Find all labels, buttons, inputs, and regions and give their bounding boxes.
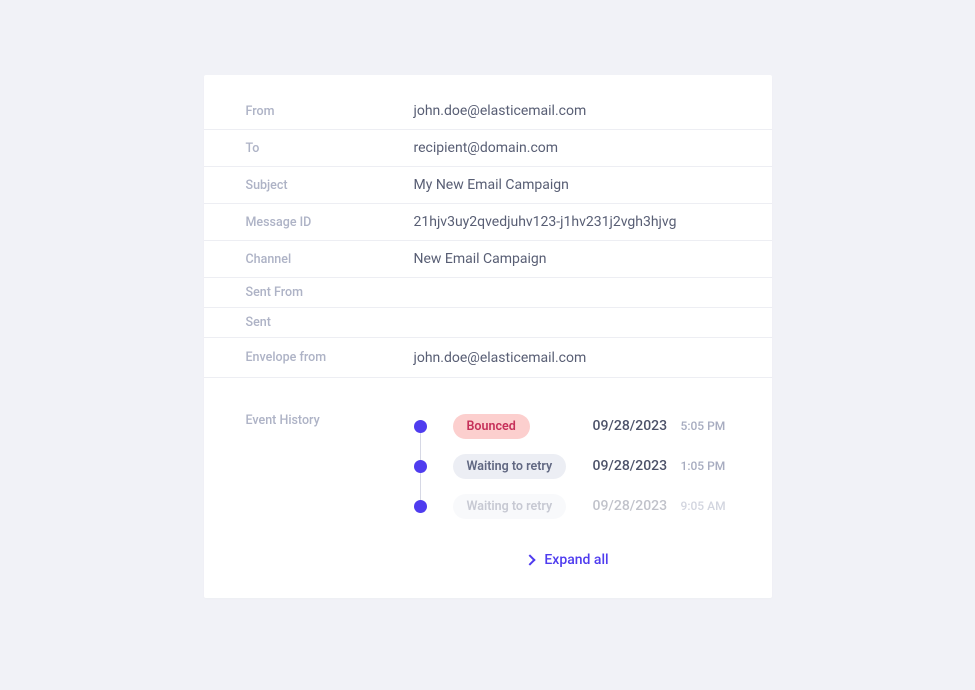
label-event-history: Event History: [246, 406, 414, 526]
event-time: 1:05 PM: [681, 459, 726, 473]
row-messageid: Message ID 21hjv3uy2qvedjuhv123-j1hv231j…: [204, 204, 772, 241]
row-subject: Subject My New Email Campaign: [204, 167, 772, 204]
status-badge: Bounced: [453, 414, 530, 439]
row-sent: Sent: [204, 308, 772, 338]
event-row[interactable]: Waiting to retry 09/28/2023 9:05 AM: [414, 486, 730, 526]
value-channel: New Email Campaign: [414, 251, 547, 267]
timeline: Bounced 09/28/2023 5:05 PM Waiting to re…: [414, 406, 730, 526]
value-envelope: john.doe@elasticemail.com: [414, 350, 587, 366]
label-to: To: [246, 141, 414, 156]
chevron-right-icon: [525, 554, 536, 565]
value-to: recipient@domain.com: [414, 140, 559, 156]
label-from: From: [246, 104, 414, 119]
event-history-section: Event History Bounced 09/28/2023 5:05 PM…: [204, 378, 772, 526]
event-row[interactable]: Waiting to retry 09/28/2023 1:05 PM: [414, 446, 730, 486]
status-badge: Waiting to retry: [453, 494, 567, 519]
label-subject: Subject: [246, 178, 414, 193]
row-from: From john.doe@elasticemail.com: [204, 93, 772, 130]
value-from: john.doe@elasticemail.com: [414, 103, 587, 119]
event-date: 09/28/2023: [593, 458, 681, 474]
row-sentfrom: Sent From: [204, 278, 772, 308]
label-envelope: Envelope from: [246, 350, 414, 365]
event-date: 09/28/2023: [593, 498, 681, 514]
label-sentfrom: Sent From: [246, 285, 414, 300]
event-time: 9:05 AM: [681, 499, 726, 513]
row-channel: Channel New Email Campaign: [204, 241, 772, 278]
timeline-dot-icon: [414, 420, 427, 433]
event-row[interactable]: Bounced 09/28/2023 5:05 PM: [414, 406, 730, 446]
row-to: To recipient@domain.com: [204, 130, 772, 167]
event-time: 5:05 PM: [681, 419, 726, 433]
timeline-dot-icon: [414, 500, 427, 513]
label-sent: Sent: [246, 315, 414, 330]
value-messageid: 21hjv3uy2qvedjuhv123-j1hv231j2vgh3hjvg: [414, 214, 677, 230]
value-subject: My New Email Campaign: [414, 177, 569, 193]
status-badge: Waiting to retry: [453, 454, 567, 479]
row-envelope: Envelope from john.doe@elasticemail.com: [204, 338, 772, 378]
timeline-dot-icon: [414, 460, 427, 473]
email-details-card: From john.doe@elasticemail.com To recipi…: [204, 75, 772, 598]
label-messageid: Message ID: [246, 215, 414, 230]
expand-all-button[interactable]: Expand all: [204, 552, 772, 568]
expand-all-label: Expand all: [544, 552, 608, 568]
event-date: 09/28/2023: [593, 418, 681, 434]
label-channel: Channel: [246, 252, 414, 267]
